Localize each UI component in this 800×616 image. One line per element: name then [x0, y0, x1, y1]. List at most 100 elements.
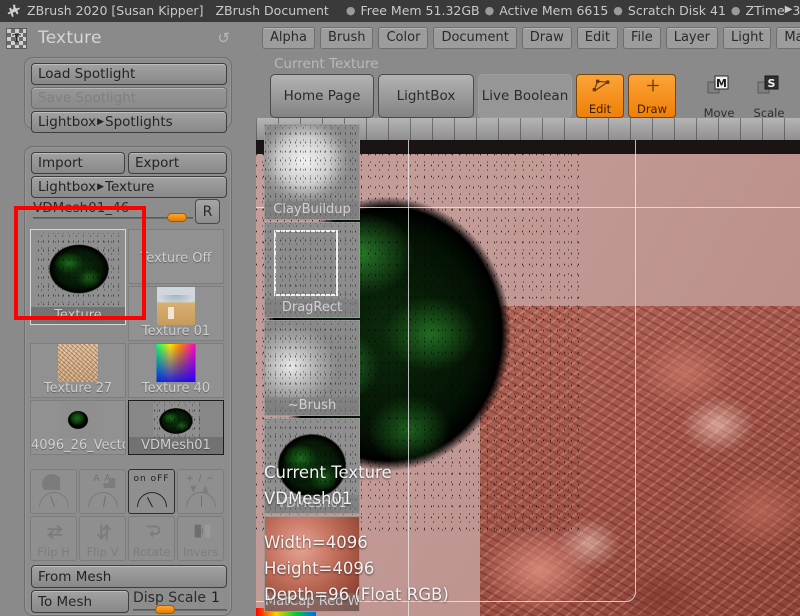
menu-item-file[interactable]: File — [622, 27, 661, 49]
load-spotlight-button[interactable]: Load Spotlight — [31, 63, 227, 85]
svg-text:M: M — [716, 77, 727, 90]
gauge-arc — [87, 492, 118, 508]
texture-cell-label: Texture Off — [140, 251, 212, 266]
shelf-item-brush[interactable]: ~Brush — [264, 320, 360, 416]
menu-item-brush[interactable]: Brush — [319, 27, 374, 49]
texture-palette-panel: Load Spotlight Save Spotlight Lightbox ▶… — [0, 54, 256, 616]
modifier-icon-row-1: A A on oFF + / − — [30, 469, 224, 514]
invert-button[interactable]: Invers — [177, 516, 224, 561]
home-page-button[interactable]: Home Page — [270, 74, 374, 118]
menu-item-alpha[interactable]: Alpha — [262, 27, 315, 49]
texture-group: Import Export Lightbox ▶ Texture VDMesh0… — [24, 146, 232, 616]
to-mesh-button[interactable]: To Mesh — [31, 590, 129, 613]
edit-button-label: Edit — [588, 102, 612, 116]
app-title: ZBrush 2020 [Susan Kipper] — [27, 3, 204, 18]
lightbox-prefix-label: Lightbox — [38, 114, 97, 130]
canvas-viewport[interactable]: Current Texture Home Page LightBox Live … — [256, 54, 800, 616]
draw-button[interactable]: Draw — [628, 74, 676, 118]
fade-gauge-button[interactable] — [30, 469, 77, 514]
flip-v-button[interactable]: Flip V — [79, 516, 126, 561]
texture-cell-vdmesh01[interactable]: VDMesh01 — [128, 400, 224, 455]
texture-cell-label: Texture 40 — [141, 381, 211, 396]
shelf-item-label: DragRect — [265, 299, 359, 317]
rotate-button[interactable]: R Rotate — [796, 74, 800, 118]
texture-cell-label: VDMesh01 — [129, 437, 223, 454]
plusminus-gauge-top-label: + / − — [186, 474, 215, 484]
export-button[interactable]: Export — [128, 152, 227, 174]
menu-item-macro[interactable]: Macro — [776, 27, 800, 49]
lightbox-button[interactable]: LightBox — [378, 74, 474, 118]
save-spotlight-button: Save Spotlight — [31, 87, 227, 109]
invert-icon — [194, 524, 211, 538]
rotate-texture-button[interactable]: Rotate — [128, 516, 175, 561]
live-boolean-button[interactable]: Live Boolean — [478, 74, 572, 118]
slider-knob[interactable] — [155, 605, 175, 614]
ztime-value: 3.234 — [792, 3, 800, 18]
texture-cell-texture-27[interactable]: Texture 27 — [30, 343, 126, 398]
from-mesh-button[interactable]: From Mesh — [31, 565, 227, 588]
info-height: Height=4096 — [264, 559, 375, 578]
edit-icon — [592, 79, 610, 92]
page-title: Texture — [38, 28, 102, 48]
scratch-disk-status: Scratch Disk 41 — [627, 3, 726, 18]
shelf-item-label: ~Brush — [265, 397, 359, 415]
spotlight-group: Load Spotlight Save Spotlight Lightbox ▶… — [24, 57, 232, 133]
flip-v-label: Flip V — [86, 545, 119, 559]
texture-cell-label: 4096_26_VectorD — [31, 438, 125, 453]
menu-item-layer[interactable]: Layer — [665, 27, 718, 49]
sep-dot-3: ● — [613, 4, 623, 17]
texture-cell-texture-40[interactable]: Texture 40 — [128, 343, 224, 398]
chevron-right-icon: ▶ — [97, 117, 105, 127]
shelf-item-claybuildup[interactable]: ClayBuildup — [264, 124, 360, 220]
menu-item-draw[interactable]: Draw — [521, 27, 572, 49]
texture-cell-label: Texture 01 — [141, 324, 211, 339]
menu-item-color[interactable]: Color — [378, 27, 429, 49]
sep-dot-1: ● — [345, 4, 356, 17]
active-mem-status: Active Mem 6615 — [499, 3, 609, 18]
free-mem-status: Free Mem 51.32GB — [360, 3, 480, 18]
menu-bar: Alpha Brush Color Document Draw Edit Fil… — [256, 22, 800, 54]
disp-scale-slider[interactable]: Disp Scale 1 — [133, 590, 227, 614]
menu-item-document[interactable]: Document — [433, 27, 517, 49]
onoff-gauge-button[interactable]: on oFF — [128, 469, 175, 514]
plusminus-gauge-button[interactable]: + / − — [177, 469, 224, 514]
import-button[interactable]: Import — [31, 152, 125, 174]
ztime-arrow-icon: ▶ — [784, 4, 793, 15]
texture-cell-label: Texture — [31, 307, 125, 324]
sep-dot-4: ● — [730, 4, 741, 17]
rotate-icon — [146, 525, 161, 538]
flip-h-button[interactable]: Flip H — [30, 516, 77, 561]
lightbox-spotlights-button[interactable]: Lightbox ▶ Spotlights — [31, 111, 227, 133]
menu-item-light[interactable]: Light — [722, 27, 772, 49]
zbrush-window: ZBrush 2020 [Susan Kipper] ZBrush Docume… — [0, 0, 800, 616]
texture-cell-texture-off[interactable]: Texture Off — [128, 229, 224, 284]
texture-cell-label: Texture 27 — [43, 381, 113, 396]
slider-knob[interactable] — [167, 213, 187, 222]
lightbox-suffix-label: Spotlights — [105, 114, 173, 130]
menu-item-edit[interactable]: Edit — [576, 27, 618, 49]
current-texture-toolbar-label: Current Texture — [274, 56, 379, 72]
texture-cell-4096-26-vectord[interactable]: 4096_26_VectorD — [30, 400, 126, 455]
scale-button[interactable]: S Scale — [746, 74, 792, 120]
invert-label: Invers — [182, 545, 219, 559]
antialias-gauge-button[interactable]: A A — [79, 469, 126, 514]
texture-cell-texture[interactable]: Texture — [30, 229, 126, 325]
lightbox-prefix-label: Lightbox — [38, 179, 97, 195]
shelf-item-dragrect[interactable]: DragRect — [264, 222, 360, 318]
thumb-noise — [38, 233, 120, 305]
svg-text:S: S — [768, 77, 776, 90]
thumb-noise — [154, 402, 200, 440]
gauge-arc — [136, 492, 167, 508]
move-icon: M — [707, 75, 729, 94]
reset-button[interactable]: R — [195, 199, 220, 224]
move-button[interactable]: M Move — [696, 74, 742, 120]
texture-cell-texture-01[interactable]: Texture 01 — [128, 286, 224, 341]
disp-scale-label: Disp Scale — [133, 590, 206, 606]
sep-dot-2: ● — [484, 4, 495, 17]
slider-track[interactable] — [133, 609, 227, 611]
flip-v-icon — [96, 523, 112, 541]
lightbox-texture-button[interactable]: Lightbox ▶ Texture — [31, 176, 227, 198]
refresh-icon[interactable]: ↺ — [217, 29, 230, 47]
flip-h-icon — [46, 524, 64, 540]
edit-button[interactable]: Edit — [576, 74, 624, 118]
